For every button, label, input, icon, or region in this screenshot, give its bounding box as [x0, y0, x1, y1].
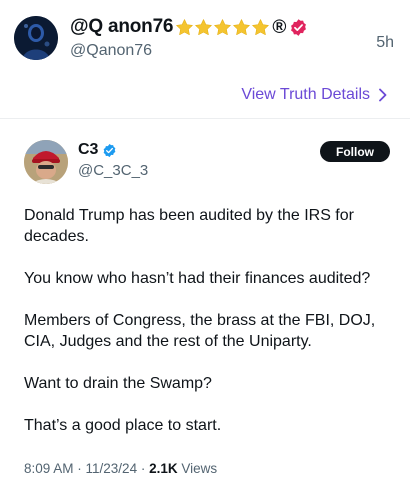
post-paragraph: Members of Congress, the brass at the FB…	[24, 312, 376, 350]
chevron-right-icon	[379, 88, 387, 102]
star-icon	[252, 18, 270, 35]
embedded-display-name[interactable]: C3	[78, 141, 98, 159]
avatar-image	[24, 140, 68, 184]
star-badges	[175, 18, 270, 37]
post-paragraph: You know who hasn’t had their finances a…	[24, 270, 371, 287]
verified-badge-icon	[104, 143, 116, 157]
post-paragraph: Donald Trump has been audited by the IRS…	[24, 207, 354, 245]
post-timestamp: 8:09 AM · 11/23/24 ·	[24, 461, 150, 476]
post-body: Donald Trump has been audited by the IRS…	[24, 205, 394, 457]
follow-button[interactable]: Follow	[320, 141, 390, 162]
avatar-image	[14, 16, 58, 60]
star-icon	[214, 18, 232, 35]
registered-mark: ®	[272, 16, 287, 38]
name-row: @Q anon76 ®	[70, 14, 308, 40]
star-icon	[195, 18, 213, 35]
display-name[interactable]: @Q anon76	[70, 16, 174, 38]
post-meta: 8:09 AM · 11/23/24 · 2.1K Views	[24, 461, 217, 476]
embedded-handle[interactable]: @C_3C_3	[78, 162, 148, 179]
embedded-avatar[interactable]	[24, 140, 68, 184]
avatar[interactable]	[14, 16, 58, 60]
star-icon	[233, 18, 251, 35]
views-count[interactable]: 2.1K	[149, 461, 178, 476]
view-truth-details-link[interactable]: View Truth Details	[241, 86, 388, 104]
embedded-name-row: C3	[78, 141, 117, 159]
star-icon	[176, 18, 194, 35]
post-time: 5h	[376, 34, 394, 51]
post-paragraph: Want to drain the Swamp?	[24, 375, 212, 392]
view-truth-details-label: View Truth Details	[241, 86, 370, 103]
embedded-post[interactable]: C3 @C_3C_3 Follow Donald Trump has been …	[0, 119, 410, 500]
verified-badge-icon	[291, 18, 307, 36]
truth-post: @Q anon76 ® @Qanon76 5h View Truth Detai…	[0, 0, 410, 500]
post-header: @Q anon76 ® @Qanon76 5h	[14, 12, 396, 68]
user-handle[interactable]: @Qanon76	[70, 42, 152, 60]
views-label: Views	[177, 461, 218, 476]
post-paragraph: That’s a good place to start.	[24, 417, 222, 434]
